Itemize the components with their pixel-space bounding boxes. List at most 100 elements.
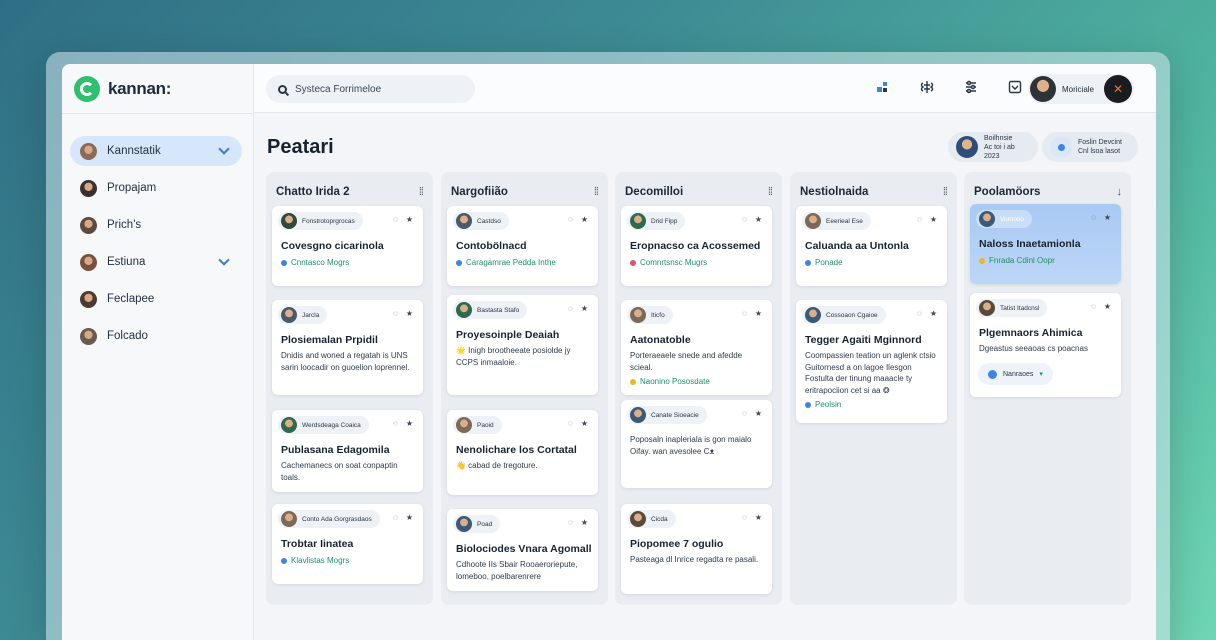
assignee-chip[interactable]: Canate Sioeacie <box>627 406 707 424</box>
task-card[interactable]: Vornotio ◌ ★ Naloss Inaetamionla Fnrada Cdin… <box>970 204 1121 284</box>
assignee-chip[interactable]: Castdso <box>453 212 509 230</box>
inbox-icon[interactable] <box>1006 78 1024 96</box>
sidebar-item[interactable]: Kannstatik <box>70 136 242 166</box>
assignee-chip[interactable]: Fonstrotoprgrocas <box>278 212 363 230</box>
sidebar-item[interactable]: Prich's <box>70 210 242 240</box>
task-card[interactable]: Bastasta Stafo ◌ ★ Proyesoinple Deaiah 🌟 Ini… <box>447 295 598 395</box>
brand[interactable]: kannan: <box>74 76 171 102</box>
chevron-down-icon[interactable] <box>218 253 230 266</box>
star-icon[interactable]: ★ <box>581 518 588 527</box>
sidebar-item[interactable]: Estiuna <box>70 247 242 277</box>
card-tag[interactable]: Ponade <box>805 258 843 267</box>
card-tag[interactable]: Cnntasco Mogrs <box>281 258 349 267</box>
comment-icon[interactable]: ◌ <box>742 513 747 522</box>
card-tag[interactable]: Caragamrae Pedda Inthe <box>456 258 556 267</box>
star-icon[interactable]: ★ <box>1104 213 1111 222</box>
star-icon[interactable]: ★ <box>406 419 413 428</box>
star-icon[interactable]: ★ <box>1104 302 1111 311</box>
drag-handle-icon[interactable]: ⁞⁞ <box>419 186 424 198</box>
assignee-chip[interactable]: Jarcla <box>278 306 328 324</box>
card-tag[interactable]: Peolsin <box>805 400 841 409</box>
assignee-chip[interactable]: Conto Ada Gorgrasdaos <box>278 510 380 528</box>
assignee-chip[interactable]: Iticfo <box>627 306 673 324</box>
comment-icon[interactable]: ◌ <box>393 513 398 522</box>
star-icon[interactable]: ★ <box>755 215 762 224</box>
task-card[interactable]: Iticfo ◌ ★ Aatonatoble Porteraeaele snede an… <box>621 300 772 395</box>
star-icon[interactable]: ★ <box>581 215 588 224</box>
assignee-chip[interactable]: Eeerieal Ese <box>802 212 871 230</box>
assignee-chip[interactable]: Poad <box>453 515 501 533</box>
comment-icon[interactable]: ◌ <box>1091 213 1096 222</box>
assignee-chip[interactable]: Cossoaon Cgaioe <box>802 306 886 324</box>
drag-handle-icon[interactable]: ⁞⁞ <box>768 186 773 198</box>
comment-icon[interactable]: ◌ <box>1091 302 1096 311</box>
sort-icon[interactable]: ↓ <box>1117 186 1122 198</box>
card-tag[interactable]: Fnrada Cdinl Oopr <box>979 256 1055 265</box>
assignee-chip[interactable]: Paoid <box>453 416 502 434</box>
search-input[interactable] <box>295 83 455 95</box>
task-card[interactable]: Cossoaon Cgaioe ◌ ★ Tegger Agaiti Mginnord C… <box>796 300 947 423</box>
assignee-chip[interactable]: Tatist Itadcnsl <box>976 299 1048 317</box>
task-card[interactable]: Conto Ada Gorgrasdaos ◌ ★ Trobtar Iinatea Kl… <box>272 504 423 584</box>
card-tag[interactable]: Comnrtsnsc Mugrs <box>630 258 707 267</box>
star-icon[interactable]: ★ <box>755 513 762 522</box>
assignee-chip[interactable]: Vornotio <box>976 210 1032 228</box>
drag-handle-icon[interactable]: ⁞⁞ <box>943 186 948 198</box>
user-menu[interactable]: Moriciale ✕ <box>1028 74 1134 104</box>
task-card[interactable]: Drid Fipp ◌ ★ Eropnacso ca Acossemed Comnrts… <box>621 206 772 286</box>
task-card[interactable]: Werdsdeaga Coaica ◌ ★ Publasana Edagomila Ca… <box>272 410 423 492</box>
assignee-name: Fonstrotoprgrocas <box>302 217 355 225</box>
comment-icon[interactable]: ◌ <box>917 309 922 318</box>
comment-icon[interactable]: ◌ <box>568 215 573 224</box>
drag-handle-icon[interactable]: ⁞⁞ <box>594 186 599 198</box>
star-icon[interactable]: ★ <box>930 309 937 318</box>
layout-icon[interactable] <box>874 78 892 96</box>
brain-icon[interactable] <box>918 78 936 96</box>
assignee-chip[interactable]: Drid Fipp <box>627 212 686 230</box>
star-icon[interactable]: ★ <box>755 309 762 318</box>
chevron-down-icon[interactable] <box>218 142 230 155</box>
status-dropdown[interactable]: Nanraoes ▾ <box>978 363 1053 385</box>
collaborator-chip-2[interactable]: Foslin Devcint Cnl lsoa lasot <box>1042 132 1138 162</box>
comment-icon[interactable]: ◌ <box>568 518 573 527</box>
assignee-chip[interactable]: Bastasta Stafo <box>453 301 528 319</box>
comment-icon[interactable]: ◌ <box>393 215 398 224</box>
comment-icon[interactable]: ◌ <box>742 409 747 418</box>
comment-icon[interactable]: ◌ <box>393 419 398 428</box>
task-card[interactable]: Eeerieal Ese ◌ ★ Caluanda aa Untonla Ponade <box>796 206 947 286</box>
star-icon[interactable]: ★ <box>581 304 588 313</box>
task-card[interactable]: Jarcla ◌ ★ Plosiemalan Prpidil Dnidis and wo… <box>272 300 423 395</box>
assignee-chip[interactable]: Werdsdeaga Coaica <box>278 416 369 434</box>
card-actions: ◌ ★ <box>568 215 588 224</box>
card-tag[interactable]: Naonino Pososdate <box>630 377 710 386</box>
sidebar-item[interactable]: Folcado <box>70 321 242 351</box>
card-tag[interactable]: Klavlistas Mogrs <box>281 556 349 565</box>
star-icon[interactable]: ★ <box>406 513 413 522</box>
star-icon[interactable]: ★ <box>930 215 937 224</box>
comment-icon[interactable]: ◌ <box>742 309 747 318</box>
search-box[interactable] <box>266 75 475 103</box>
task-card[interactable]: Fonstrotoprgrocas ◌ ★ Covesgno cicarinola Cn… <box>272 206 423 286</box>
comment-icon[interactable]: ◌ <box>568 419 573 428</box>
sidebar-item[interactable]: Propajam <box>70 173 242 203</box>
comment-icon[interactable]: ◌ <box>568 304 573 313</box>
collaborator-chip-1[interactable]: Boilhnsie Ac toi i ab 2023 <box>948 132 1038 162</box>
task-card[interactable]: Castdso ◌ ★ Contobölnacd Caragamrae Pedda In… <box>447 206 598 286</box>
assignee-chip[interactable]: Cicda <box>627 510 676 528</box>
task-card[interactable]: Poad ◌ ★ Biolociodes Vnara Agomall Cdhoote I… <box>447 509 598 591</box>
task-card[interactable]: Canate Sioeacie ◌ ★ Poposaln inapleriala is… <box>621 400 772 488</box>
comment-icon[interactable]: ◌ <box>742 215 747 224</box>
comment-icon[interactable]: ◌ <box>393 309 398 318</box>
filter-icon[interactable] <box>962 78 980 96</box>
task-card[interactable]: Paoid ◌ ★ Nenolichare los Cortatal 👋 cabad d… <box>447 410 598 495</box>
task-card[interactable]: Cicda ◌ ★ Piopomee 7 ogulio Pasteaga dl Inri… <box>621 504 772 594</box>
chevron-down-icon[interactable]: ▾ <box>1039 370 1043 378</box>
star-icon[interactable]: ★ <box>406 215 413 224</box>
comment-icon[interactable]: ◌ <box>917 215 922 224</box>
sidebar-item[interactable]: Feclapee <box>70 284 242 314</box>
star-icon[interactable]: ★ <box>406 309 413 318</box>
task-card[interactable]: Tatist Itadcnsl ◌ ★ Plgemnaors Ahimica Dgeas… <box>970 293 1121 397</box>
settings-icon[interactable]: ✕ <box>1104 75 1132 103</box>
star-icon[interactable]: ★ <box>755 409 762 418</box>
star-icon[interactable]: ★ <box>581 419 588 428</box>
